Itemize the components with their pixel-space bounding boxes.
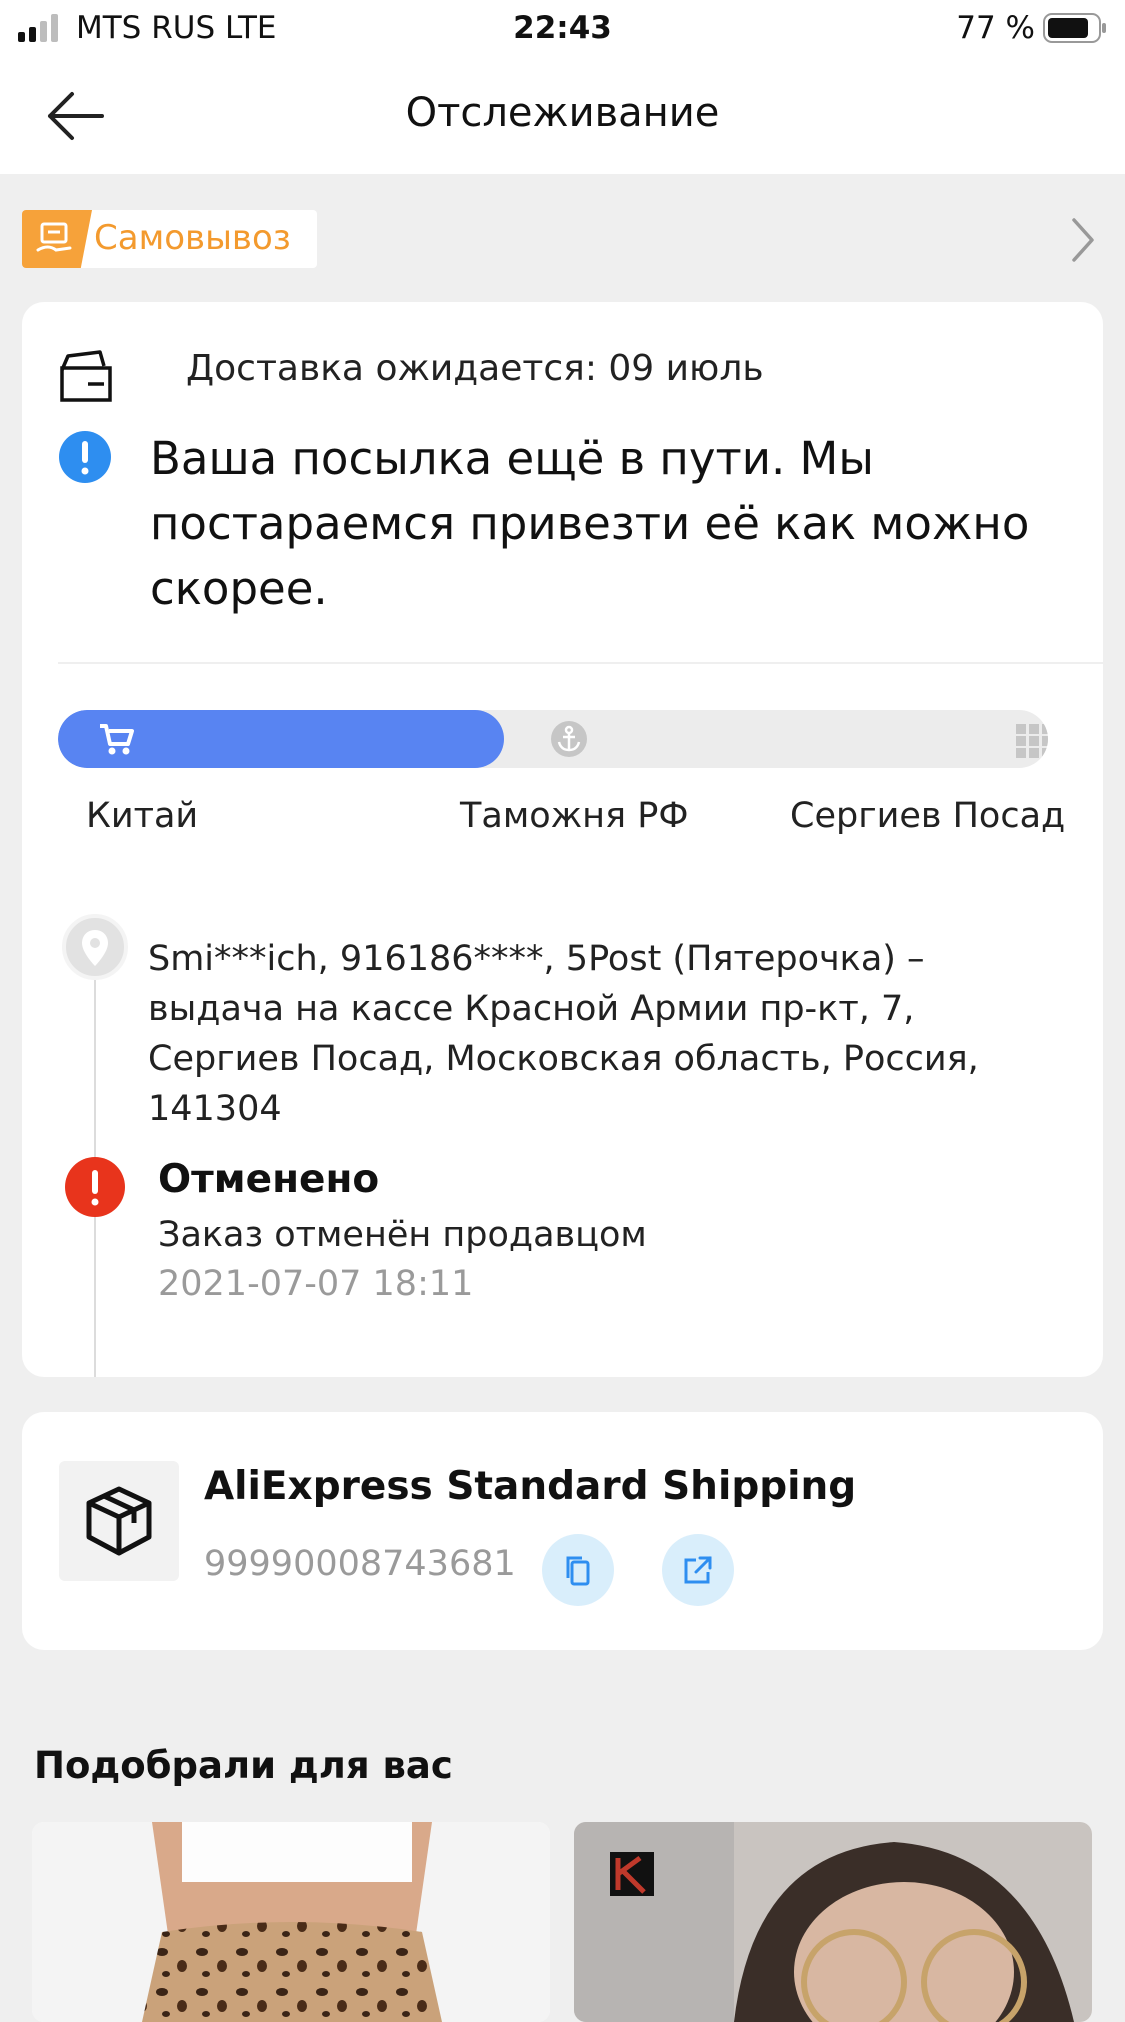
copy-icon <box>566 1556 590 1586</box>
product-image <box>32 1822 550 2022</box>
page-title: Отслеживание <box>405 90 720 136</box>
info-icon <box>59 431 111 483</box>
open-external-button[interactable] <box>662 1534 734 1606</box>
battery-icon <box>1043 13 1106 43</box>
cart-icon <box>100 724 134 755</box>
status-message: Ваша посылка ещё в пути. Мы постараемся … <box>150 432 1030 615</box>
stage-label-origin: Китай <box>86 796 199 836</box>
pickup-row[interactable]: Самовывоз <box>22 210 1102 270</box>
pickup-icon <box>22 210 92 268</box>
location-pin-icon <box>62 914 128 980</box>
divider <box>58 662 1103 664</box>
stage-label-destination: Сергиев Посад <box>790 796 1066 836</box>
event-description: Заказ отменён продавцом <box>158 1215 647 1255</box>
copy-button[interactable] <box>542 1534 614 1606</box>
tracking-number: 99990008743681 <box>204 1544 516 1584</box>
event-timestamp: 2021-07-07 18:11 <box>158 1264 474 1304</box>
delivery-box-icon <box>60 350 112 402</box>
package-icon <box>59 1461 179 1581</box>
delivery-address: Smi***ich, 916186****, 5Post (Пятерочка)… <box>148 939 979 1129</box>
shipping-service: AliExpress Standard Shipping <box>204 1464 857 1509</box>
delivery-expected: Доставка ожидается: 09 июль <box>186 348 764 389</box>
pickup-badge: Самовывоз <box>22 210 317 268</box>
pickup-label: Самовывоз <box>94 218 291 258</box>
building-icon <box>1016 724 1048 758</box>
event-title: Отменено <box>158 1157 380 1202</box>
product-card[interactable] <box>574 1822 1092 2022</box>
anchor-icon <box>551 721 587 757</box>
chevron-right-icon[interactable] <box>1062 212 1102 268</box>
status-bar: MTS RUS LTE 22:43 77 % <box>0 0 1125 58</box>
tracking-card: Доставка ожидается: 09 июль Ваша посылка… <box>22 302 1103 1377</box>
progress-bar <box>58 710 1048 768</box>
stage-label-customs: Таможня РФ <box>460 796 689 836</box>
external-link-icon <box>684 1556 712 1584</box>
product-image <box>574 1822 1092 2022</box>
product-card[interactable] <box>32 1822 550 2022</box>
shipping-card: AliExpress Standard Shipping 99990008743… <box>22 1412 1103 1650</box>
nav-bar: Отслеживание <box>0 58 1125 174</box>
battery-percent: 77 % <box>956 10 1035 46</box>
recommendations-title: Подобрали для вас <box>34 1744 453 1787</box>
alert-icon <box>65 1157 125 1217</box>
